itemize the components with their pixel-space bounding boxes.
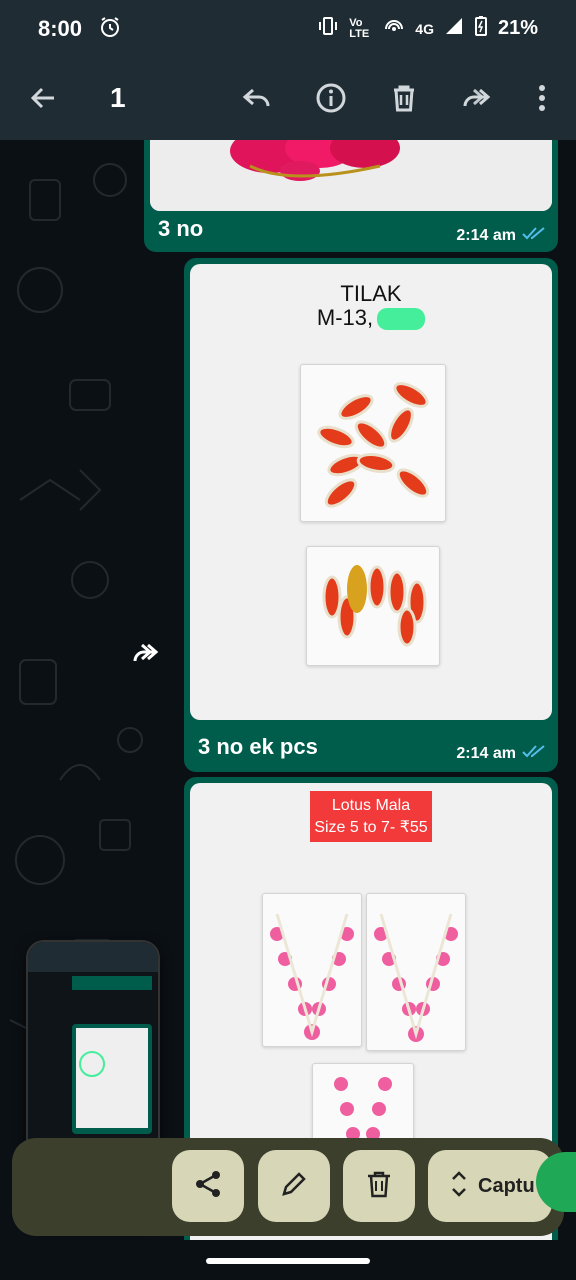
tilak-title: TILAK xyxy=(340,281,402,306)
status-time: 8:00 xyxy=(38,16,83,41)
battery-percent: 21% xyxy=(497,17,538,39)
edit-button[interactable] xyxy=(258,1150,330,1222)
message-caption-2: 3 no ek pcs xyxy=(198,734,318,759)
edit-icon xyxy=(279,1169,309,1204)
message-meta-1: 2:14 am xyxy=(456,226,546,245)
more-vert-icon[interactable] xyxy=(525,81,559,115)
share-button[interactable] xyxy=(172,1150,244,1222)
capture-label: Captu xyxy=(478,1174,535,1197)
tilak-packet-2 xyxy=(306,546,440,666)
message-caption-1: 3 no xyxy=(158,216,204,241)
battery-icon xyxy=(474,15,488,42)
volte-label: Vo LTE xyxy=(349,16,370,40)
vibrate-icon xyxy=(317,15,339,42)
lotus-mala-label: Lotus Mala Size 5 to 7- ₹55 xyxy=(310,791,432,843)
alarm-icon xyxy=(98,15,122,44)
back-arrow-icon[interactable] xyxy=(28,83,58,118)
capture-more-button[interactable]: Captu xyxy=(428,1150,552,1222)
screenshot-toolbar: Captu xyxy=(12,1138,564,1236)
roses-photo xyxy=(150,140,552,211)
tilak-image-text: TILAK M-13, xyxy=(190,281,552,331)
forward-shortcut-icon[interactable] xyxy=(128,635,164,671)
selected-count: 1 xyxy=(110,82,126,113)
lotus-packet-1 xyxy=(262,893,362,1047)
message-image-1[interactable] xyxy=(150,140,552,211)
tilak-code: M-13, xyxy=(316,305,374,331)
selection-app-bar: 1 xyxy=(0,58,576,140)
message-time-1: 2:14 am xyxy=(456,226,516,244)
delete-icon[interactable] xyxy=(387,81,421,115)
message-bubble-2[interactable]: TILAK M-13, 3 no ek pcs 2:14 am xyxy=(184,258,558,772)
status-bar: 8:00 Vo LTE 4G 21% xyxy=(0,0,576,58)
info-icon[interactable] xyxy=(314,81,348,115)
hotspot-icon xyxy=(383,15,405,42)
reply-icon[interactable] xyxy=(240,81,274,115)
forward-icon[interactable] xyxy=(460,81,494,115)
lotus-mala-title: Lotus Mala xyxy=(331,797,411,814)
lotus-packet-2 xyxy=(366,893,466,1051)
delete-icon xyxy=(365,1169,393,1204)
message-bubble-1[interactable]: 3 no 2:14 am xyxy=(144,140,558,252)
message-time-2: 2:14 am xyxy=(456,744,516,762)
message-image-2[interactable]: TILAK M-13, xyxy=(190,264,552,720)
highlight-mark xyxy=(377,308,426,331)
navigation-bar xyxy=(0,1240,576,1280)
lotus-mala-price: Size 5 to 7- ₹55 xyxy=(314,818,428,836)
network-type: 4G xyxy=(415,20,434,37)
expand-icon xyxy=(450,1169,468,1204)
home-gesture-pill[interactable] xyxy=(206,1258,370,1264)
double-check-icon xyxy=(522,744,546,763)
share-icon xyxy=(192,1168,224,1205)
message-meta-2: 2:14 am xyxy=(456,744,546,763)
tilak-packet-1 xyxy=(300,364,446,522)
signal-icon xyxy=(444,16,464,41)
delete-screenshot-button[interactable] xyxy=(343,1150,415,1222)
double-check-icon xyxy=(522,226,546,245)
